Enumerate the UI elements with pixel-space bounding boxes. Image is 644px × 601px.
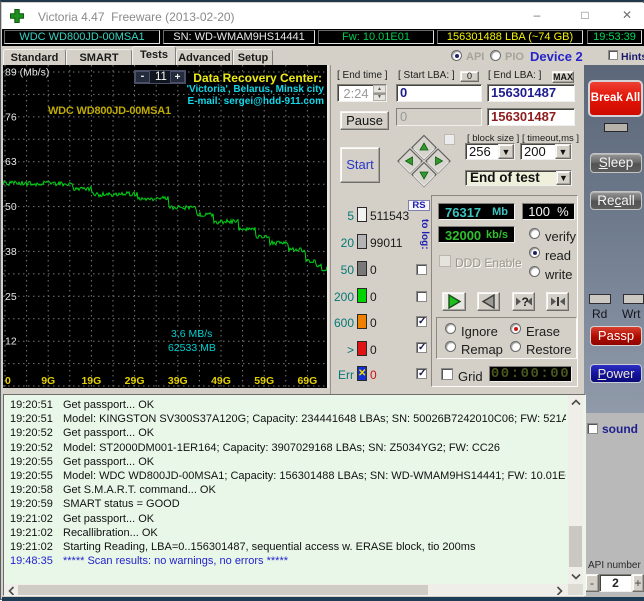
svg-text:63: 63 <box>5 156 17 168</box>
svg-text:50: 50 <box>5 201 17 213</box>
svg-text:19G: 19G <box>81 375 101 387</box>
svg-text:38: 38 <box>5 246 17 258</box>
svg-text:9G: 9G <box>41 375 55 387</box>
svg-text:76: 76 <box>5 111 17 123</box>
svg-text:25: 25 <box>5 291 17 303</box>
svg-text:29G: 29G <box>125 375 145 387</box>
svg-text:12: 12 <box>5 336 17 348</box>
svg-text:39G: 39G <box>168 375 188 387</box>
svg-text:59G: 59G <box>254 375 274 387</box>
svg-text:0: 0 <box>5 375 11 387</box>
svg-text:49G: 49G <box>211 375 231 387</box>
svg-text:69G: 69G <box>297 375 317 387</box>
